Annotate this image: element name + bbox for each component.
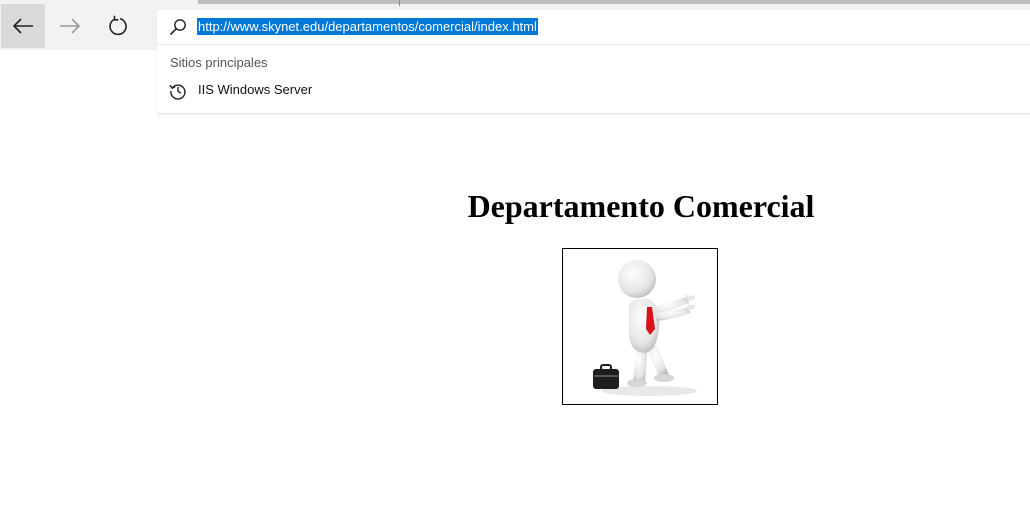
back-button[interactable]: [1, 4, 45, 48]
suggestions-header: Sitios principales: [170, 55, 268, 70]
search-icon: [169, 19, 186, 36]
address-bar[interactable]: http://www.skynet.edu/departamentos/come…: [157, 10, 1030, 45]
back-arrow-icon: [12, 18, 33, 34]
department-image: [562, 248, 718, 405]
refresh-button[interactable]: [96, 4, 140, 48]
forward-button[interactable]: [48, 4, 92, 48]
suggestion-item[interactable]: IIS Windows Server: [157, 79, 1030, 103]
history-icon: [169, 84, 186, 100]
refresh-icon: [109, 15, 127, 36]
forward-arrow-icon: [60, 18, 81, 34]
tab-divider: [399, 0, 400, 6]
page-title: Departamento Comercial: [467, 188, 815, 224]
tab-strip[interactable]: [198, 0, 1030, 4]
suggestion-label: IIS Windows Server: [198, 82, 313, 97]
url-input[interactable]: http://www.skynet.edu/departamentos/come…: [197, 18, 538, 35]
address-dropdown: http://www.skynet.edu/departamentos/come…: [157, 10, 1030, 114]
businessman-figure-illustration: [593, 260, 697, 396]
